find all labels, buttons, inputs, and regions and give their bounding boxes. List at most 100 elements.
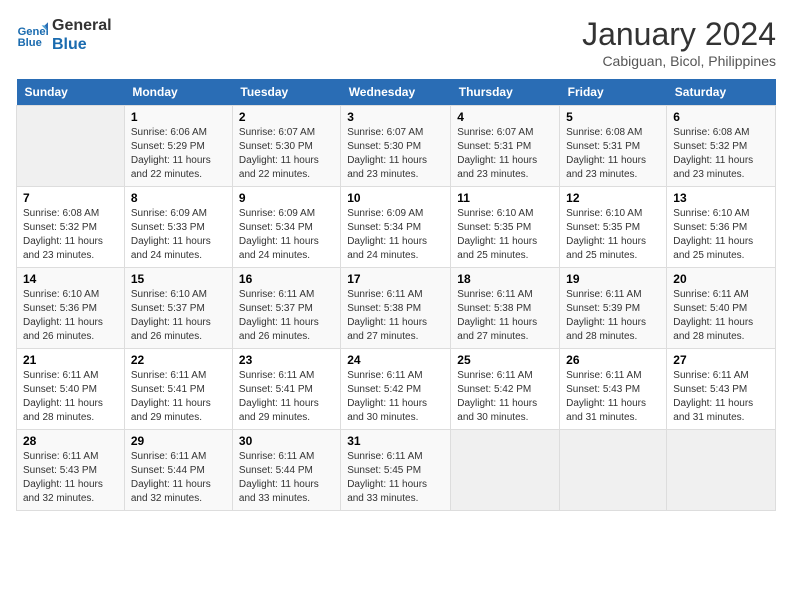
- weekday-header-wednesday: Wednesday: [341, 79, 451, 106]
- calendar-cell: 10 Sunrise: 6:09 AM Sunset: 5:34 PM Dayli…: [341, 187, 451, 268]
- calendar-cell: 12 Sunrise: 6:10 AM Sunset: 5:35 PM Dayli…: [560, 187, 667, 268]
- weekday-header-row: SundayMondayTuesdayWednesdayThursdayFrid…: [17, 79, 776, 106]
- day-info: Sunrise: 6:10 AM Sunset: 5:35 PM Dayligh…: [457, 207, 553, 263]
- svg-text:Blue: Blue: [18, 37, 42, 49]
- day-number: 23: [239, 353, 334, 367]
- day-info: Sunrise: 6:11 AM Sunset: 5:43 PM Dayligh…: [566, 369, 660, 425]
- day-number: 8: [131, 191, 226, 205]
- day-info: Sunrise: 6:11 AM Sunset: 5:42 PM Dayligh…: [457, 369, 553, 425]
- weekday-header-saturday: Saturday: [667, 79, 776, 106]
- day-info: Sunrise: 6:06 AM Sunset: 5:29 PM Dayligh…: [131, 126, 226, 182]
- calendar-table: SundayMondayTuesdayWednesdayThursdayFrid…: [16, 79, 776, 511]
- day-number: 5: [566, 110, 660, 124]
- logo-text-blue: Blue: [52, 35, 112, 54]
- weekday-header-monday: Monday: [124, 79, 232, 106]
- day-number: 11: [457, 191, 553, 205]
- day-info: Sunrise: 6:09 AM Sunset: 5:34 PM Dayligh…: [347, 207, 444, 263]
- day-info: Sunrise: 6:11 AM Sunset: 5:40 PM Dayligh…: [23, 369, 118, 425]
- calendar-cell: 23 Sunrise: 6:11 AM Sunset: 5:41 PM Dayli…: [232, 349, 340, 430]
- day-number: 31: [347, 434, 444, 448]
- page-header: General Blue General Blue January 2024 C…: [16, 16, 776, 69]
- calendar-cell: 29 Sunrise: 6:11 AM Sunset: 5:44 PM Dayli…: [124, 430, 232, 511]
- day-number: 24: [347, 353, 444, 367]
- day-info: Sunrise: 6:11 AM Sunset: 5:38 PM Dayligh…: [457, 288, 553, 344]
- day-number: 28: [23, 434, 118, 448]
- day-info: Sunrise: 6:11 AM Sunset: 5:44 PM Dayligh…: [239, 450, 334, 506]
- day-info: Sunrise: 6:11 AM Sunset: 5:40 PM Dayligh…: [673, 288, 769, 344]
- calendar-week-row: 1 Sunrise: 6:06 AM Sunset: 5:29 PM Daylig…: [17, 106, 776, 187]
- svg-text:General: General: [18, 26, 48, 38]
- calendar-cell: 27 Sunrise: 6:11 AM Sunset: 5:43 PM Dayli…: [667, 349, 776, 430]
- day-number: 4: [457, 110, 553, 124]
- day-number: 7: [23, 191, 118, 205]
- day-info: Sunrise: 6:11 AM Sunset: 5:43 PM Dayligh…: [673, 369, 769, 425]
- weekday-header-friday: Friday: [560, 79, 667, 106]
- calendar-cell: 24Sunrise: 6:11 AM Sunset: 5:42 PM Dayli…: [341, 349, 451, 430]
- day-info: Sunrise: 6:08 AM Sunset: 5:32 PM Dayligh…: [23, 207, 118, 263]
- calendar-week-row: 14Sunrise: 6:10 AM Sunset: 5:36 PM Dayli…: [17, 268, 776, 349]
- logo-text-general: General: [52, 16, 112, 35]
- day-number: 22: [131, 353, 226, 367]
- day-info: Sunrise: 6:09 AM Sunset: 5:34 PM Dayligh…: [239, 207, 334, 263]
- weekday-header-sunday: Sunday: [17, 79, 125, 106]
- day-number: 30: [239, 434, 334, 448]
- day-number: 16: [239, 272, 334, 286]
- day-number: 2: [239, 110, 334, 124]
- calendar-cell: [667, 430, 776, 511]
- day-number: 27: [673, 353, 769, 367]
- calendar-cell: 14Sunrise: 6:10 AM Sunset: 5:36 PM Dayli…: [17, 268, 125, 349]
- calendar-cell: 26 Sunrise: 6:11 AM Sunset: 5:43 PM Dayli…: [560, 349, 667, 430]
- day-info: Sunrise: 6:10 AM Sunset: 5:37 PM Dayligh…: [131, 288, 226, 344]
- day-number: 13: [673, 191, 769, 205]
- calendar-cell: 21 Sunrise: 6:11 AM Sunset: 5:40 PM Dayli…: [17, 349, 125, 430]
- day-number: 19: [566, 272, 660, 286]
- day-number: 1: [131, 110, 226, 124]
- calendar-week-row: 7 Sunrise: 6:08 AM Sunset: 5:32 PM Daylig…: [17, 187, 776, 268]
- location: Cabiguan, Bicol, Philippines: [582, 53, 776, 69]
- calendar-cell: 5 Sunrise: 6:08 AM Sunset: 5:31 PM Daylig…: [560, 106, 667, 187]
- day-info: Sunrise: 6:11 AM Sunset: 5:41 PM Dayligh…: [131, 369, 226, 425]
- calendar-cell: 2Sunrise: 6:07 AM Sunset: 5:30 PM Daylig…: [232, 106, 340, 187]
- day-number: 21: [23, 353, 118, 367]
- calendar-cell: 25 Sunrise: 6:11 AM Sunset: 5:42 PM Dayli…: [451, 349, 560, 430]
- calendar-week-row: 21 Sunrise: 6:11 AM Sunset: 5:40 PM Dayli…: [17, 349, 776, 430]
- day-number: 10: [347, 191, 444, 205]
- day-info: Sunrise: 6:08 AM Sunset: 5:32 PM Dayligh…: [673, 126, 769, 182]
- day-info: Sunrise: 6:11 AM Sunset: 5:41 PM Dayligh…: [239, 369, 334, 425]
- day-number: 17: [347, 272, 444, 286]
- day-info: Sunrise: 6:10 AM Sunset: 5:35 PM Dayligh…: [566, 207, 660, 263]
- weekday-header-thursday: Thursday: [451, 79, 560, 106]
- calendar-cell: 17 Sunrise: 6:11 AM Sunset: 5:38 PM Dayli…: [341, 268, 451, 349]
- title-area: January 2024 Cabiguan, Bicol, Philippine…: [582, 16, 776, 69]
- logo: General Blue General Blue: [16, 16, 112, 54]
- calendar-cell: [17, 106, 125, 187]
- calendar-cell: 20Sunrise: 6:11 AM Sunset: 5:40 PM Dayli…: [667, 268, 776, 349]
- calendar-cell: 15 Sunrise: 6:10 AM Sunset: 5:37 PM Dayli…: [124, 268, 232, 349]
- day-number: 3: [347, 110, 444, 124]
- day-number: 12: [566, 191, 660, 205]
- calendar-cell: 28Sunrise: 6:11 AM Sunset: 5:43 PM Dayli…: [17, 430, 125, 511]
- logo-icon: General Blue: [16, 19, 48, 51]
- day-info: Sunrise: 6:11 AM Sunset: 5:37 PM Dayligh…: [239, 288, 334, 344]
- calendar-cell: 9 Sunrise: 6:09 AM Sunset: 5:34 PM Daylig…: [232, 187, 340, 268]
- calendar-cell: 6Sunrise: 6:08 AM Sunset: 5:32 PM Daylig…: [667, 106, 776, 187]
- calendar-cell: 22 Sunrise: 6:11 AM Sunset: 5:41 PM Dayli…: [124, 349, 232, 430]
- day-number: 25: [457, 353, 553, 367]
- calendar-cell: 13Sunrise: 6:10 AM Sunset: 5:36 PM Dayli…: [667, 187, 776, 268]
- day-number: 9: [239, 191, 334, 205]
- day-number: 29: [131, 434, 226, 448]
- day-number: 15: [131, 272, 226, 286]
- day-info: Sunrise: 6:10 AM Sunset: 5:36 PM Dayligh…: [23, 288, 118, 344]
- day-info: Sunrise: 6:11 AM Sunset: 5:38 PM Dayligh…: [347, 288, 444, 344]
- calendar-cell: 16 Sunrise: 6:11 AM Sunset: 5:37 PM Dayli…: [232, 268, 340, 349]
- day-info: Sunrise: 6:08 AM Sunset: 5:31 PM Dayligh…: [566, 126, 660, 182]
- calendar-cell: 7 Sunrise: 6:08 AM Sunset: 5:32 PM Daylig…: [17, 187, 125, 268]
- day-info: Sunrise: 6:11 AM Sunset: 5:45 PM Dayligh…: [347, 450, 444, 506]
- calendar-cell: 8Sunrise: 6:09 AM Sunset: 5:33 PM Daylig…: [124, 187, 232, 268]
- day-number: 26: [566, 353, 660, 367]
- calendar-cell: [451, 430, 560, 511]
- calendar-week-row: 28Sunrise: 6:11 AM Sunset: 5:43 PM Dayli…: [17, 430, 776, 511]
- month-title: January 2024: [582, 16, 776, 53]
- calendar-cell: 30 Sunrise: 6:11 AM Sunset: 5:44 PM Dayli…: [232, 430, 340, 511]
- day-info: Sunrise: 6:11 AM Sunset: 5:44 PM Dayligh…: [131, 450, 226, 506]
